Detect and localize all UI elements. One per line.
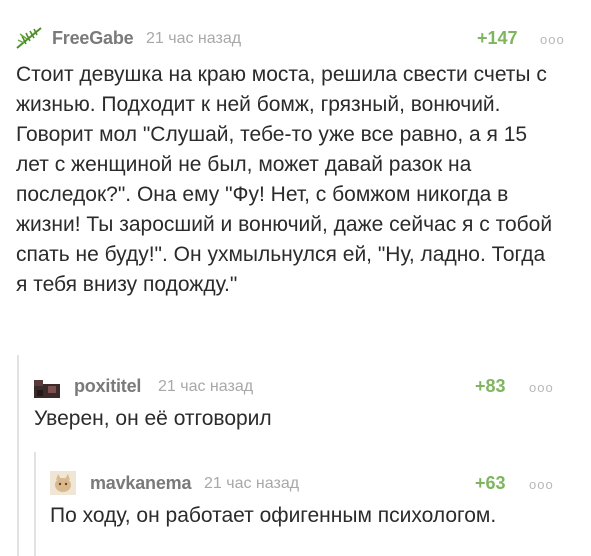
- comment-header: poxititel 21 час назад +83 ooo: [34, 370, 581, 400]
- comment-text: Уверен, он её отговорил: [34, 407, 272, 430]
- comment-text: Стоит девушка на краю моста, решила свес…: [16, 63, 553, 296]
- thread-line: [17, 355, 19, 556]
- author-name[interactable]: FreeGabe: [52, 28, 134, 49]
- comment-mavkanema: mavkanema 21 час назад +63 ooo По ходу, …: [50, 467, 581, 531]
- comment-time: 21 час назад: [158, 378, 254, 395]
- dark-photo-avatar-icon[interactable]: [34, 374, 60, 398]
- comment-poxititel: poxititel 21 час назад +83 ooo Уверен, о…: [34, 370, 581, 434]
- comment-rating: +147: [477, 28, 518, 48]
- comment-time: 21 час назад: [146, 30, 242, 47]
- cat-photo-avatar-icon[interactable]: [50, 471, 76, 495]
- comment-time: 21 час назад: [204, 475, 300, 492]
- more-options-icon[interactable]: ooo: [540, 32, 565, 47]
- author-name[interactable]: mavkanema: [90, 473, 191, 494]
- thread-line: [34, 452, 36, 556]
- comment-rating: +83: [475, 376, 506, 396]
- comment-header: mavkanema 21 час назад +63 ooo: [50, 467, 581, 497]
- comment-rating: +63: [475, 473, 506, 493]
- comment-text: По ходу, он работает офигенным психолого…: [50, 504, 497, 527]
- green-leaf-avatar-icon[interactable]: [16, 26, 42, 50]
- author-name[interactable]: poxititel: [74, 376, 141, 397]
- more-options-icon[interactable]: ooo: [529, 380, 554, 395]
- more-options-icon[interactable]: ooo: [529, 477, 554, 492]
- comment-freegabe: FreeGabe 21 час назад +147 ooo Стоит дев…: [16, 22, 581, 300]
- comment-header: FreeGabe 21 час назад +147 ooo: [16, 22, 581, 52]
